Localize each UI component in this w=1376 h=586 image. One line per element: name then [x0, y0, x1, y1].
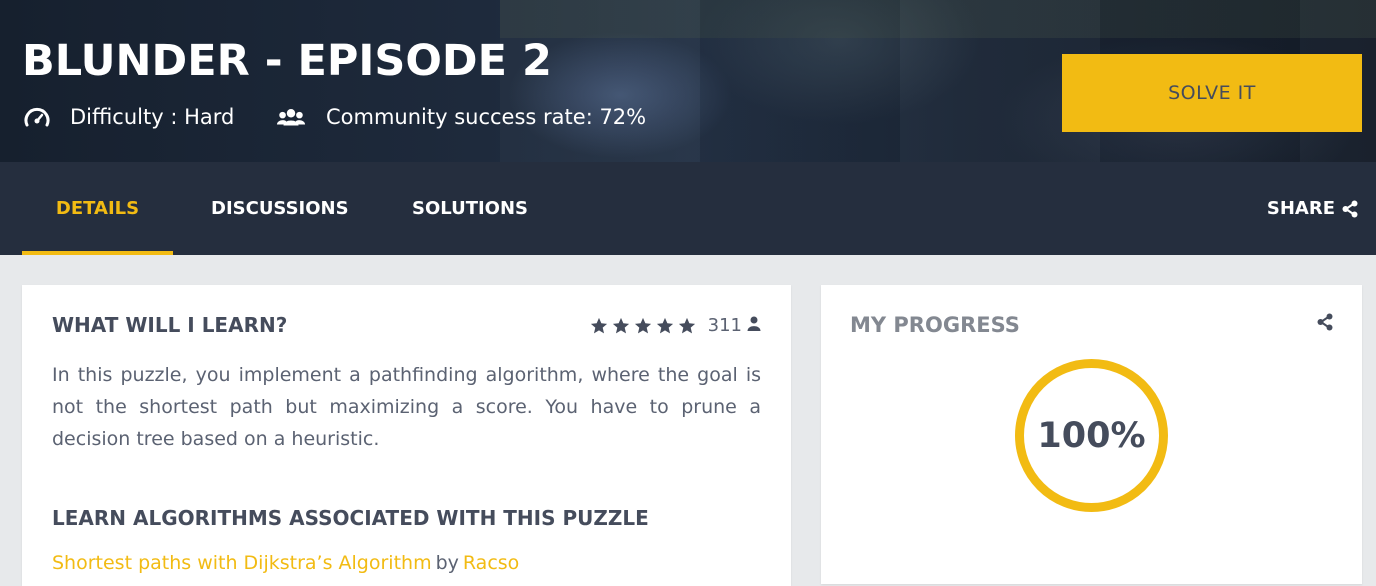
- algorithm-link[interactable]: Shortest paths with Dijkstra’s Algorithm: [52, 552, 432, 574]
- algorithms-heading: LEARN ALGORITHMS ASSOCIATED WITH THIS PU…: [52, 506, 649, 530]
- puzzle-title: BLUNDER - EPISODE 2: [22, 36, 552, 86]
- solve-it-button[interactable]: SOLVE IT: [1062, 54, 1362, 132]
- user-icon: [747, 315, 761, 336]
- algorithm-item: Shortest paths with Dijkstra’s Algorithm…: [52, 549, 519, 577]
- algorithm-by: by: [435, 552, 459, 574]
- share-button[interactable]: SHARE: [1267, 162, 1358, 255]
- progress-share-button[interactable]: [1315, 313, 1335, 335]
- star-icon: [678, 317, 696, 335]
- share-icon: [1317, 313, 1333, 335]
- tab-details[interactable]: DETAILS: [22, 162, 173, 255]
- star-icon: [634, 317, 652, 335]
- progress-card: MY PROGRESS 100%: [821, 285, 1362, 584]
- tab-solutions[interactable]: SOLUTIONS: [412, 162, 528, 255]
- puzzle-header: BLUNDER - EPISODE 2 Difficulty : Hard Co…: [0, 0, 1376, 162]
- users-icon: [276, 102, 306, 132]
- progress-value: 100%: [1037, 415, 1146, 456]
- success-rate-info: Community success rate: 72%: [276, 102, 646, 132]
- star-icon: [590, 317, 608, 335]
- share-label: SHARE: [1266, 198, 1335, 219]
- tab-discussions[interactable]: DISCUSSIONS: [211, 162, 349, 255]
- puzzle-rating: 311: [590, 315, 761, 336]
- difficulty-label: Difficulty : Hard: [70, 105, 235, 129]
- difficulty-info: Difficulty : Hard: [22, 102, 234, 132]
- progress-heading: MY PROGRESS: [850, 313, 1020, 337]
- algorithm-author-link[interactable]: Racso: [463, 552, 519, 574]
- learn-card: WHAT WILL I LEARN? 311 In this puzzle, y…: [22, 285, 791, 586]
- rating-stars: [590, 317, 696, 335]
- learn-heading: WHAT WILL I LEARN?: [52, 313, 288, 337]
- gauge-icon: [22, 102, 52, 132]
- rating-count: 311: [707, 315, 742, 336]
- star-icon: [612, 317, 630, 335]
- star-icon: [656, 317, 674, 335]
- share-icon: [1342, 200, 1358, 218]
- puzzle-tabs: DETAILS DISCUSSIONS SOLUTIONS SHARE: [0, 162, 1376, 255]
- success-rate-label: Community success rate: 72%: [326, 105, 647, 129]
- learn-description: In this puzzle, you implement a pathfind…: [52, 364, 761, 450]
- progress-ring: 100%: [1015, 359, 1168, 512]
